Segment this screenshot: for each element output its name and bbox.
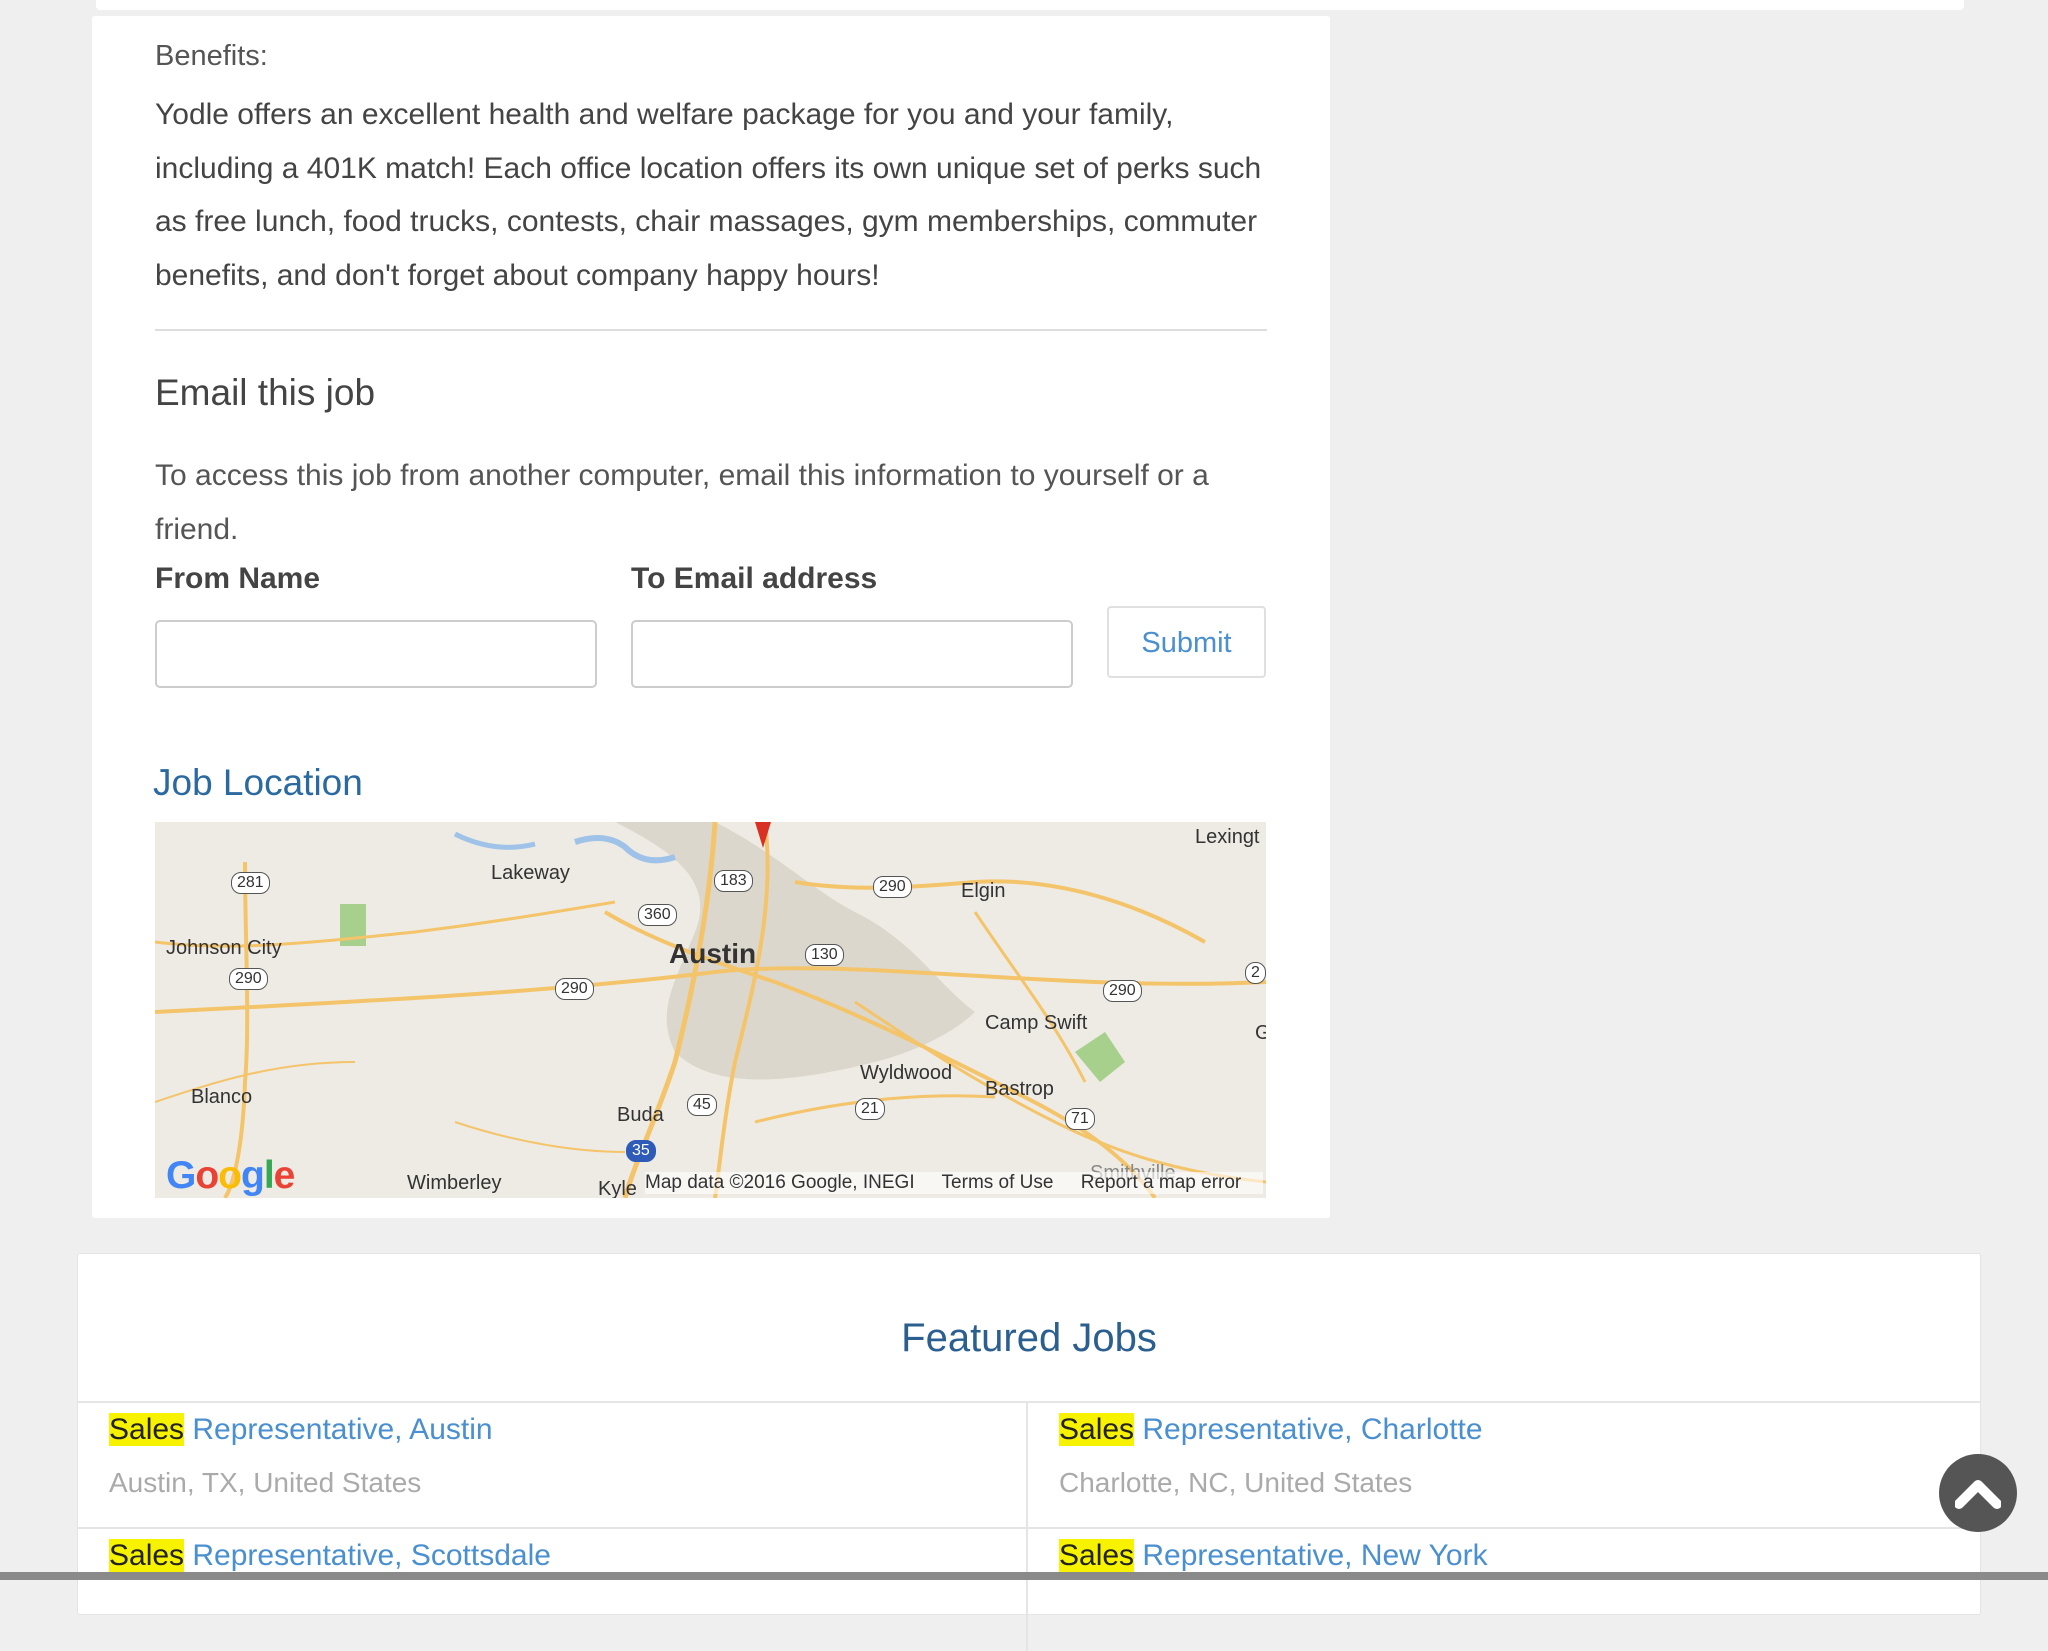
featured-jobs-grid: Sales Representative, Austin Austin, TX,…	[78, 1401, 1980, 1651]
route-shield: 71	[1065, 1108, 1095, 1130]
scroll-to-top-button[interactable]	[1939, 1454, 2017, 1532]
job-title-text: Representative, Charlotte	[1134, 1413, 1483, 1446]
job-detail-card: Benefits: Yodle offers an excellent heal…	[92, 16, 1330, 1218]
job-title-text: Representative, New York	[1134, 1539, 1488, 1572]
featured-jobs-card: Featured Jobs Sales Representative, Aust…	[77, 1253, 1981, 1651]
map-place-label: Buda	[617, 1104, 664, 1126]
featured-job-link[interactable]: Sales Representative, Austin	[109, 1413, 493, 1447]
from-name-input[interactable]	[155, 620, 597, 688]
route-shield: 45	[687, 1094, 717, 1116]
submit-button[interactable]: Submit	[1107, 606, 1266, 678]
benefits-label: Benefits:	[155, 40, 268, 72]
featured-jobs-heading: Featured Jobs	[901, 1316, 1157, 1360]
route-shield: 183	[714, 870, 753, 892]
route-shield: 290	[873, 876, 912, 898]
map-place-label: G	[1255, 1022, 1266, 1044]
map-place-label: Blanco	[191, 1086, 253, 1108]
from-name-label: From Name	[155, 562, 321, 595]
map-place-label: Elgin	[961, 880, 1006, 902]
job-location-text: Charlotte, NC, United States	[1059, 1467, 1413, 1498]
map-place-label: Lakeway	[491, 862, 570, 884]
search-highlight: Sales	[109, 1413, 185, 1446]
search-highlight: Sales	[109, 1539, 185, 1572]
search-highlight: Sales	[1059, 1413, 1135, 1446]
route-shield: 290	[1103, 980, 1142, 1002]
top-card-edge	[96, 0, 1964, 10]
map-place-label: Lexingt	[1195, 826, 1260, 848]
chevron-up-icon	[1955, 1480, 2001, 1509]
interstate-shield: 35	[626, 1140, 656, 1162]
map-report-link[interactable]: Report a map error	[1081, 1172, 1242, 1193]
job-location-map[interactable]: Lexingt Lakeway Elgin Johnson City Austi…	[155, 822, 1266, 1198]
email-job-description: To access this job from another computer…	[155, 459, 1209, 546]
route-shield: 360	[638, 904, 677, 926]
map-footer: Map data ©2016 Google, INEGI Terms of Us…	[645, 1172, 1264, 1194]
featured-job-item: Sales Representative, Scottsdale	[78, 1527, 1028, 1651]
map-roads	[155, 822, 1266, 1198]
map-place-label: Wyldwood	[860, 1062, 953, 1084]
map-terms-link[interactable]: Terms of Use	[942, 1172, 1054, 1193]
map-place-label: Bastrop	[985, 1078, 1054, 1100]
featured-job-item: Sales Representative, Charlotte Charlott…	[1028, 1403, 1978, 1527]
featured-job-link[interactable]: Sales Representative, New York	[1059, 1539, 1488, 1573]
route-shield: 290	[555, 978, 594, 1000]
route-shield: 21	[855, 1098, 885, 1120]
map-place-label: Camp Swift	[985, 1012, 1088, 1034]
map-marker-icon[interactable]	[755, 822, 771, 848]
featured-job-link[interactable]: Sales Representative, Charlotte	[1059, 1413, 1483, 1447]
route-shield: 2	[1245, 962, 1266, 984]
job-location-text: Austin, TX, United States	[109, 1467, 422, 1498]
map-attribution: Map data ©2016 Google, INEGI	[645, 1172, 915, 1193]
section-divider	[155, 329, 1267, 331]
map-place-label: Wimberley	[407, 1172, 502, 1194]
map-place-label: Kyle	[598, 1178, 637, 1198]
search-highlight: Sales	[1059, 1539, 1135, 1572]
featured-job-link[interactable]: Sales Representative, Scottsdale	[109, 1539, 551, 1573]
to-email-label: To Email address	[631, 562, 878, 595]
benefits-text: Yodle offers an excellent health and wel…	[155, 98, 1262, 292]
email-job-heading: Email this job	[155, 372, 376, 413]
featured-job-item: Sales Representative, Austin Austin, TX,…	[78, 1403, 1028, 1527]
route-shield: 290	[229, 968, 268, 990]
google-logo: Google	[166, 1154, 295, 1197]
bottom-edge	[0, 1572, 2048, 1580]
route-shield: 281	[231, 872, 270, 894]
map-place-label: Austin	[669, 938, 757, 969]
job-location-heading: Job Location	[153, 762, 363, 803]
featured-job-item: Sales Representative, New York	[1028, 1527, 1978, 1651]
map-place-label: Johnson City	[166, 937, 282, 959]
to-email-input[interactable]	[631, 620, 1073, 688]
job-title-text: Representative, Scottsdale	[184, 1539, 551, 1572]
job-title-text: Representative, Austin	[184, 1413, 493, 1446]
route-shield: 130	[805, 944, 844, 966]
